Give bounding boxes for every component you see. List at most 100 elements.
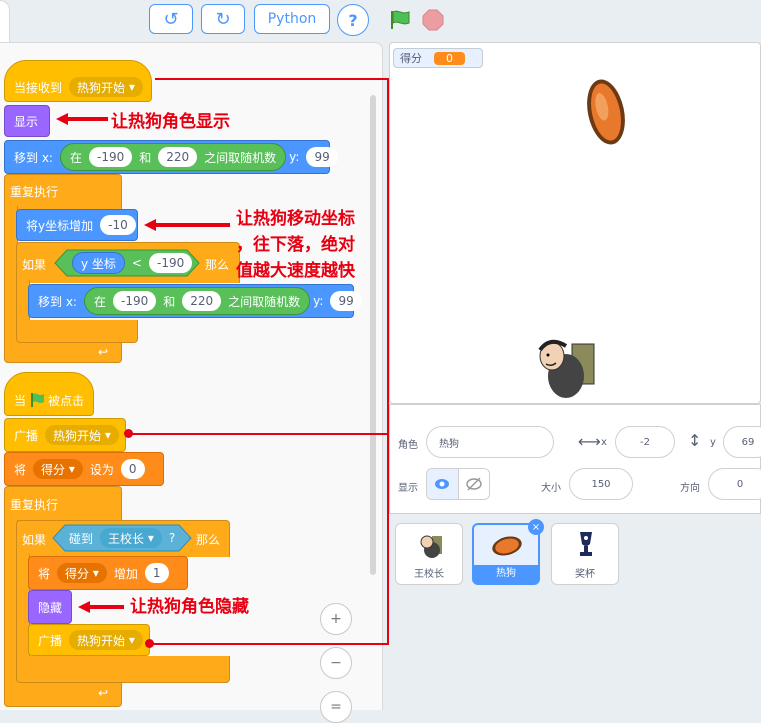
y-input-2[interactable]: 99 bbox=[330, 291, 362, 311]
zoom-in-icon: + bbox=[330, 611, 342, 627]
random-max-input-2[interactable]: 220 bbox=[182, 291, 222, 311]
y-position-reporter[interactable]: y 坐标 bbox=[72, 252, 125, 274]
sprite-label: 角色 bbox=[398, 440, 418, 451]
goto-xy-block[interactable]: 移到 x: 在 -190 和 220 之间取随机数 y: 99 bbox=[4, 140, 338, 174]
change-y-label: 将y坐标增加 bbox=[26, 218, 94, 233]
random-min-input-2[interactable]: -190 bbox=[112, 291, 157, 311]
top-toolbar bbox=[0, 0, 761, 42]
random-min-input[interactable]: -190 bbox=[88, 147, 133, 167]
sprite-card-label: 奖杯 bbox=[575, 569, 595, 580]
help-button[interactable]: ? bbox=[337, 4, 369, 36]
direction-input[interactable]: 0 bbox=[708, 468, 761, 500]
y-arrows-icon: ↕ bbox=[688, 431, 702, 450]
change-y-block[interactable]: 将y坐标增加 -10 bbox=[16, 209, 138, 241]
score-monitor[interactable]: 得分 0 bbox=[393, 48, 483, 68]
connector-line bbox=[150, 643, 389, 645]
set-variable-block[interactable]: 将 得分 ▾ 设为 0 bbox=[4, 452, 164, 486]
arrow-icon bbox=[56, 113, 108, 125]
stop-icon[interactable] bbox=[422, 9, 444, 31]
pick-random-block-2[interactable]: 在 -190 和 220 之间取随机数 bbox=[83, 287, 311, 315]
forever-label: 重复执行 bbox=[10, 185, 59, 199]
sprite-card-trophy[interactable]: 奖杯 bbox=[551, 523, 619, 585]
hat-label: 当接收到 bbox=[14, 80, 63, 95]
broadcast-dropdown-2[interactable]: 热狗开始 ▾ bbox=[69, 630, 143, 650]
if-foot-2 bbox=[16, 656, 230, 683]
eye-icon bbox=[435, 479, 450, 489]
when-receive-hat-block[interactable]: 当接收到 热狗开始 ▾ bbox=[4, 60, 152, 102]
broadcast-block-2[interactable]: 广播 热狗开始 ▾ bbox=[28, 624, 150, 656]
change-y-input[interactable]: -10 bbox=[100, 215, 136, 235]
then-label-2: 那么 bbox=[196, 533, 221, 547]
if-label: 如果 bbox=[22, 258, 47, 272]
y-input[interactable]: 99 bbox=[306, 147, 338, 167]
hotdog-sprite[interactable] bbox=[582, 76, 632, 148]
python-button[interactable]: Python bbox=[254, 4, 330, 34]
annotation-show: 让热狗角色显示 bbox=[111, 112, 230, 132]
hotdog-thumbnail bbox=[492, 536, 522, 556]
sprite-card-principal[interactable]: 王校长 bbox=[395, 523, 463, 585]
if-label-2: 如果 bbox=[22, 533, 47, 547]
variable-dropdown[interactable]: 得分 ▾ bbox=[33, 459, 83, 479]
editor-tab-edge bbox=[0, 0, 10, 42]
direction-label: 方向 bbox=[680, 483, 700, 494]
help-icon: ? bbox=[348, 10, 358, 30]
connector-dot bbox=[145, 639, 154, 648]
show-eye-button[interactable] bbox=[427, 469, 458, 499]
change-value-input[interactable]: 1 bbox=[144, 563, 169, 583]
arrow-icon bbox=[144, 219, 230, 231]
change-variable-dropdown[interactable]: 得分 ▾ bbox=[57, 563, 107, 583]
y-label: y bbox=[710, 437, 716, 448]
when-flag-clicked-hat-block[interactable]: 当 被点击 bbox=[4, 372, 94, 416]
principal-sprite[interactable] bbox=[528, 328, 596, 400]
size-label: 大小 bbox=[541, 483, 561, 494]
green-flag-icon[interactable] bbox=[389, 9, 413, 31]
set-value-input[interactable]: 0 bbox=[120, 459, 145, 479]
x-input[interactable]: -2 bbox=[615, 426, 675, 458]
zoom-in-button[interactable]: + bbox=[320, 603, 352, 635]
visibility-toggle bbox=[426, 468, 490, 500]
sprite-card-hotdog[interactable]: × 热狗 bbox=[472, 519, 544, 585]
goto-label: 移到 x: bbox=[14, 150, 53, 165]
change-variable-block[interactable]: 将 得分 ▾ 增加 1 bbox=[28, 556, 188, 590]
annotation-move-3: 值越大速度越快 bbox=[236, 261, 355, 281]
undo-button[interactable]: ↺ bbox=[149, 4, 193, 34]
zoom-out-icon: − bbox=[330, 655, 342, 671]
eye-off-icon bbox=[466, 477, 482, 491]
show-label: 显示 bbox=[14, 114, 39, 129]
sprite-card-label: 热狗 bbox=[474, 565, 538, 583]
loop-arrow-icon: ↩ bbox=[98, 686, 109, 700]
sprite-name-input[interactable]: 热狗 bbox=[426, 426, 554, 458]
code-scrollbar[interactable] bbox=[370, 95, 376, 575]
x-arrows-icon: ⟷ bbox=[578, 432, 601, 451]
show-label: 显示 bbox=[398, 483, 418, 494]
broadcast-dropdown[interactable]: 热狗开始 ▾ bbox=[45, 425, 119, 445]
then-label: 那么 bbox=[205, 258, 230, 272]
random-max-input[interactable]: 220 bbox=[158, 147, 198, 167]
connector-line bbox=[128, 433, 389, 435]
x-label: x bbox=[601, 437, 607, 448]
principal-thumbnail bbox=[420, 535, 442, 558]
broadcast-block[interactable]: 广播 热狗开始 ▾ bbox=[4, 418, 126, 452]
message-dropdown[interactable]: 热狗开始 ▾ bbox=[69, 77, 143, 97]
loop-arrow-icon: ↩ bbox=[98, 345, 109, 359]
hide-block[interactable]: 隐藏 bbox=[28, 590, 72, 624]
pick-random-block[interactable]: 在 -190 和 220 之间取随机数 bbox=[59, 143, 287, 171]
y-input[interactable]: 69 bbox=[723, 426, 761, 458]
green-flag-icon bbox=[31, 393, 45, 407]
redo-button[interactable]: ↻ bbox=[201, 4, 245, 34]
forever-label-2: 重复执行 bbox=[10, 498, 59, 512]
delete-sprite-icon[interactable]: × bbox=[528, 519, 544, 535]
zoom-out-button[interactable]: − bbox=[320, 647, 352, 679]
hide-eye-button[interactable] bbox=[457, 469, 489, 499]
annotation-move-2: ，往下落，绝对 bbox=[236, 235, 355, 255]
if-foot bbox=[16, 320, 138, 343]
sprite-card-label: 王校长 bbox=[414, 569, 444, 580]
touching-dropdown[interactable]: 王校长 ▾ bbox=[100, 528, 162, 548]
zoom-reset-button[interactable]: = bbox=[320, 691, 352, 723]
show-block[interactable]: 显示 bbox=[4, 105, 50, 137]
compare-input[interactable]: -190 bbox=[148, 253, 193, 273]
score-value: 0 bbox=[434, 51, 465, 65]
size-input[interactable]: 150 bbox=[569, 468, 633, 500]
goto-xy-block-2[interactable]: 移到 x: 在 -190 和 220 之间取随机数 y: 99 bbox=[28, 284, 362, 318]
score-label: 得分 bbox=[400, 52, 422, 65]
